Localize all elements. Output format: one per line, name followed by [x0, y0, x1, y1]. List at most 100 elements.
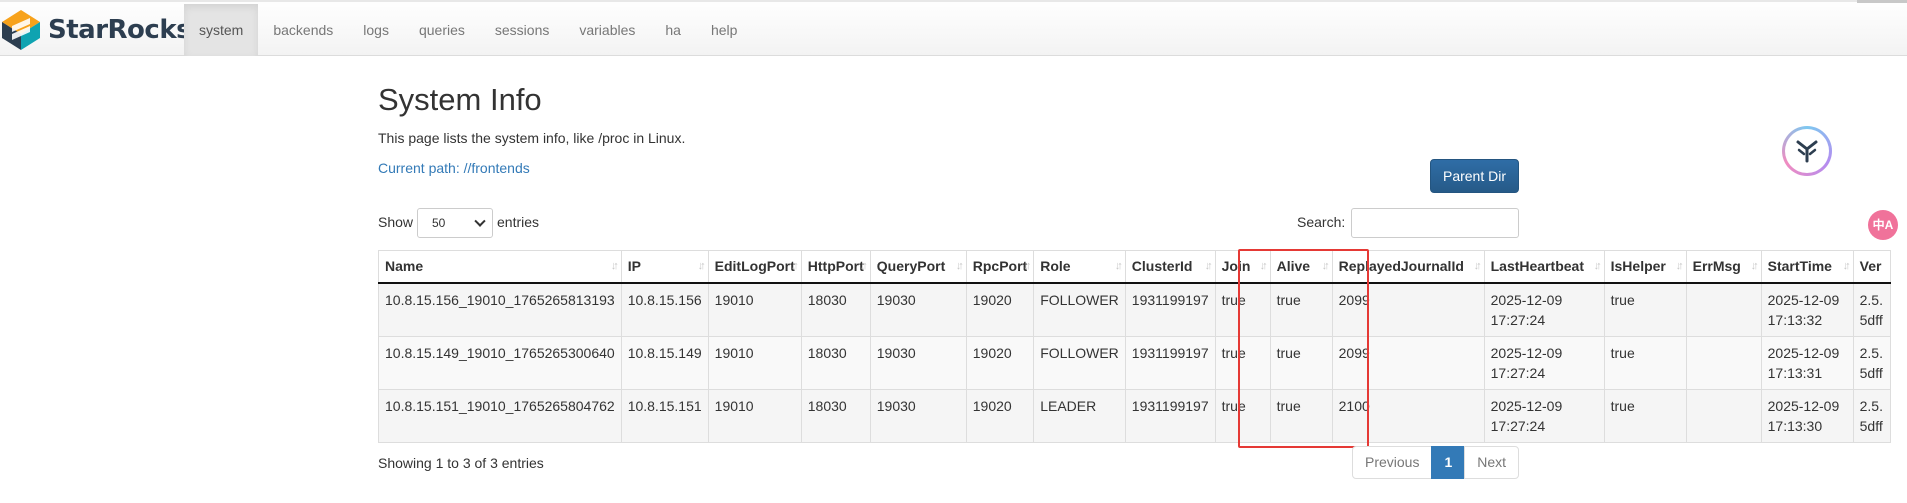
sort-icon: ↓↑ — [859, 260, 868, 272]
sort-icon: ↓↑ — [1204, 260, 1213, 272]
entries-label: entries — [497, 214, 540, 230]
cell-lastheartbeat: 2025-12-09 17:27:24 — [1483, 282, 1605, 337]
cell-rpcport: 19020 — [965, 335, 1035, 390]
cell-version: 2.5. 5dff — [1852, 335, 1891, 390]
navbar: StarRocks system backends logs queries s… — [0, 0, 1907, 56]
column-header-ip[interactable]: IP ↓↑ — [620, 250, 709, 284]
cell-clusterid: 1931199197 — [1124, 388, 1216, 443]
column-header-version[interactable]: Ver — [1852, 250, 1891, 284]
nav-ha[interactable]: ha — [650, 4, 696, 56]
cell-ip: 10.8.15.151 — [620, 388, 709, 443]
column-header-clusterid[interactable]: ClusterId ↓↑ — [1124, 250, 1216, 284]
cell-httpport: 18030 — [800, 335, 871, 390]
pagination: Previous 1 Next — [1352, 446, 1520, 479]
table-header-row: Name ↓↑ IP ↓↑ EditLogPort ↓↑ HttpPort ↓↑ Que… — [378, 250, 1891, 284]
sort-icon: ↓↑ — [1842, 260, 1851, 272]
cell-httpport: 18030 — [800, 388, 871, 443]
pagination-next[interactable]: Next — [1464, 446, 1520, 479]
sort-icon: ↓↑ — [697, 260, 706, 272]
nav-backends[interactable]: backends — [258, 4, 348, 56]
cell-name: 10.8.15.149_19010_1765265300640 — [378, 335, 622, 390]
table-row: 10.8.15.156_19010_1765265813193 10.8.15.… — [378, 282, 1891, 337]
nav-sessions[interactable]: sessions — [480, 4, 564, 56]
cell-errmsg — [1685, 282, 1762, 337]
cell-starttime: 2025-12-09 17:13:30 — [1760, 388, 1854, 443]
brand-name: StarRocks — [48, 15, 192, 45]
sort-icon: ↓↑ — [1023, 260, 1031, 272]
nav-queries[interactable]: queries — [404, 4, 480, 56]
column-header-join[interactable]: Join ↓↑ — [1214, 250, 1271, 284]
cell-errmsg — [1685, 335, 1762, 390]
column-header-ishelper[interactable]: IsHelper ↓↑ — [1603, 250, 1687, 284]
sort-icon: ↓↑ — [790, 260, 799, 272]
brand-logo[interactable]: StarRocks — [0, 8, 192, 52]
sort-icon: ↓↑ — [610, 260, 619, 272]
cell-queryport: 19030 — [869, 335, 967, 390]
current-path-link[interactable]: Current path: //frontends — [378, 160, 530, 176]
cell-role: FOLLOWER — [1033, 282, 1126, 337]
sort-icon: ↓↑ — [1675, 260, 1684, 272]
nav-help[interactable]: help — [696, 4, 752, 56]
nav-system[interactable]: system — [184, 4, 259, 56]
column-header-role[interactable]: Role ↓↑ — [1033, 250, 1126, 284]
nav-logs[interactable]: logs — [348, 4, 404, 56]
cell-join: true — [1214, 282, 1271, 337]
sort-icon: ↓↑ — [1593, 260, 1602, 272]
main-nav: system backends logs queries sessions va… — [184, 4, 752, 56]
cell-alive: true — [1269, 335, 1333, 390]
search-input[interactable] — [1351, 208, 1519, 238]
column-header-rpcport[interactable]: RpcPort ↓↑ — [965, 250, 1035, 284]
cell-rpcport: 19020 — [965, 282, 1035, 337]
cell-queryport: 19030 — [869, 282, 967, 337]
page-title: System Info — [378, 82, 542, 117]
entries-per-page-select[interactable]: 50 — [417, 208, 493, 238]
search-label: Search: — [1297, 214, 1346, 230]
cell-join: true — [1214, 335, 1271, 390]
cell-editlogport: 19010 — [707, 388, 802, 443]
cell-alive: true — [1269, 388, 1333, 443]
table-info: Showing 1 to 3 of 3 entries — [378, 455, 544, 471]
column-header-alive[interactable]: Alive ↓↑ — [1269, 250, 1333, 284]
column-header-starttime[interactable]: StartTime ↓↑ — [1760, 250, 1854, 284]
assistant-widget-button[interactable] — [1782, 126, 1832, 176]
column-header-queryport[interactable]: QueryPort ↓↑ — [869, 250, 967, 284]
parent-dir-button[interactable]: Parent Dir — [1430, 159, 1519, 193]
chevron-down-icon — [474, 215, 486, 227]
cell-httpport: 18030 — [800, 282, 871, 337]
cell-ishelper: true — [1603, 282, 1687, 337]
cell-queryport: 19030 — [869, 388, 967, 443]
column-header-errmsg[interactable]: ErrMsg ↓↑ — [1685, 250, 1762, 284]
cell-join: true — [1214, 388, 1271, 443]
sort-icon: ↓↑ — [1259, 260, 1268, 272]
cell-editlogport: 19010 — [707, 282, 802, 337]
cell-ip: 10.8.15.156 — [620, 282, 709, 337]
column-header-editlogport[interactable]: EditLogPort ↓↑ — [707, 250, 802, 284]
frontends-table: Name ↓↑ IP ↓↑ EditLogPort ↓↑ HttpPort ↓↑ Que… — [378, 250, 1891, 443]
nav-variables[interactable]: variables — [564, 4, 650, 56]
cell-lastheartbeat: 2025-12-09 17:27:24 — [1483, 388, 1605, 443]
assistant-logo-icon — [1796, 140, 1818, 163]
column-header-replayedjournalid[interactable]: ReplayedJournalId ↓↑ — [1331, 250, 1485, 284]
pagination-previous[interactable]: Previous — [1352, 446, 1433, 479]
cell-alive: true — [1269, 282, 1333, 337]
cell-clusterid: 1931199197 — [1124, 335, 1216, 390]
cell-replayedjournalid: 2100 — [1331, 388, 1485, 443]
cell-ishelper: true — [1603, 388, 1687, 443]
column-header-httpport[interactable]: HttpPort ↓↑ — [800, 250, 871, 284]
cell-role: LEADER — [1033, 388, 1126, 443]
cell-starttime: 2025-12-09 17:13:31 — [1760, 335, 1854, 390]
cell-lastheartbeat: 2025-12-09 17:27:24 — [1483, 335, 1605, 390]
cell-editlogport: 19010 — [707, 335, 802, 390]
window-scrollbar[interactable] — [1857, 0, 1907, 3]
column-header-name[interactable]: Name ↓↑ — [378, 250, 622, 284]
sort-icon: ↓↑ — [1321, 260, 1330, 272]
cell-role: FOLLOWER — [1033, 335, 1126, 390]
cell-errmsg — [1685, 388, 1762, 443]
sort-icon: ↓↑ — [1750, 260, 1759, 272]
pagination-page-1[interactable]: 1 — [1431, 446, 1466, 479]
cell-ip: 10.8.15.149 — [620, 335, 709, 390]
column-header-lastheartbeat[interactable]: LastHeartbeat ↓↑ — [1483, 250, 1605, 284]
cell-replayedjournalid: 2099 — [1331, 282, 1485, 337]
translate-icon[interactable]: 中A — [1868, 210, 1898, 240]
show-label: Show — [378, 214, 414, 230]
